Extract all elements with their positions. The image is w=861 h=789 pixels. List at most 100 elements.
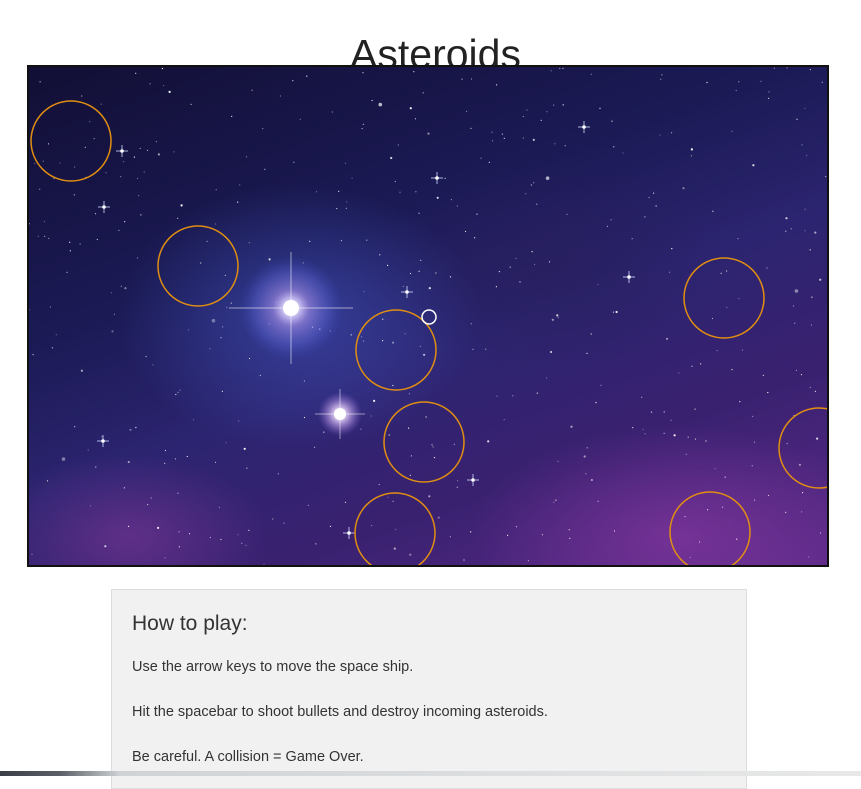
sparkle-star <box>467 474 479 486</box>
star <box>425 416 427 418</box>
star <box>299 118 301 120</box>
starfield <box>29 67 827 565</box>
star <box>366 239 368 241</box>
star <box>43 220 45 222</box>
star <box>557 460 559 462</box>
star <box>96 238 98 241</box>
star <box>739 401 741 403</box>
star <box>562 67 564 69</box>
star <box>173 151 175 153</box>
star <box>147 503 149 506</box>
star <box>370 415 372 417</box>
star <box>556 314 559 317</box>
star <box>87 449 89 451</box>
star <box>555 499 557 501</box>
star <box>51 347 54 349</box>
star <box>811 296 813 298</box>
asteroid <box>354 492 436 565</box>
star <box>546 111 548 113</box>
star <box>522 115 524 118</box>
star <box>346 201 348 203</box>
game-canvas[interactable] <box>27 65 829 567</box>
star <box>152 364 154 366</box>
asteroid <box>669 491 751 565</box>
star <box>540 119 542 121</box>
star <box>120 176 122 178</box>
star <box>309 240 311 242</box>
star <box>387 264 389 266</box>
star <box>248 357 251 360</box>
star <box>418 270 420 272</box>
star <box>118 229 120 231</box>
star <box>792 305 795 307</box>
star <box>259 374 261 377</box>
star <box>111 330 114 333</box>
star <box>89 121 91 123</box>
star <box>507 534 509 536</box>
star <box>668 271 671 273</box>
star <box>188 329 190 331</box>
star <box>214 461 217 463</box>
star <box>444 177 446 179</box>
star <box>673 434 676 437</box>
star <box>691 365 693 367</box>
star <box>345 207 347 209</box>
star <box>546 377 548 379</box>
star <box>661 74 663 76</box>
star <box>163 85 165 87</box>
star <box>136 257 139 259</box>
star <box>790 228 792 230</box>
star <box>264 168 266 170</box>
star <box>164 557 166 559</box>
star <box>821 81 823 83</box>
star <box>690 155 693 157</box>
star <box>768 97 770 99</box>
star <box>551 318 554 321</box>
star <box>214 223 216 225</box>
star <box>29 223 30 225</box>
star <box>819 532 822 534</box>
star <box>90 505 92 507</box>
star <box>613 530 616 532</box>
star <box>804 208 806 210</box>
star <box>124 221 126 223</box>
star <box>731 369 733 371</box>
star <box>145 355 147 358</box>
star <box>192 419 194 421</box>
star <box>74 166 76 168</box>
star <box>408 393 410 395</box>
star <box>794 289 799 293</box>
star <box>644 433 646 435</box>
star <box>428 495 431 498</box>
star <box>49 306 51 308</box>
star <box>432 446 434 448</box>
star <box>373 399 376 402</box>
star <box>392 341 395 344</box>
star <box>164 449 166 452</box>
star <box>663 411 665 413</box>
star <box>340 240 342 242</box>
star <box>397 144 399 146</box>
star <box>419 345 421 347</box>
star <box>525 193 527 195</box>
star <box>735 89 737 92</box>
star <box>180 204 183 207</box>
star <box>470 531 472 533</box>
star <box>155 141 157 143</box>
star <box>69 250 71 252</box>
star <box>569 537 571 539</box>
star <box>613 146 615 148</box>
star <box>378 483 380 486</box>
star <box>557 316 559 319</box>
star <box>150 497 152 499</box>
star <box>409 553 412 556</box>
star <box>456 486 458 488</box>
star <box>133 156 135 158</box>
star <box>648 196 650 199</box>
star <box>409 474 411 476</box>
star <box>801 511 803 513</box>
star <box>694 408 696 410</box>
star <box>409 272 412 275</box>
star <box>665 337 669 340</box>
sparkle-star <box>578 121 590 133</box>
